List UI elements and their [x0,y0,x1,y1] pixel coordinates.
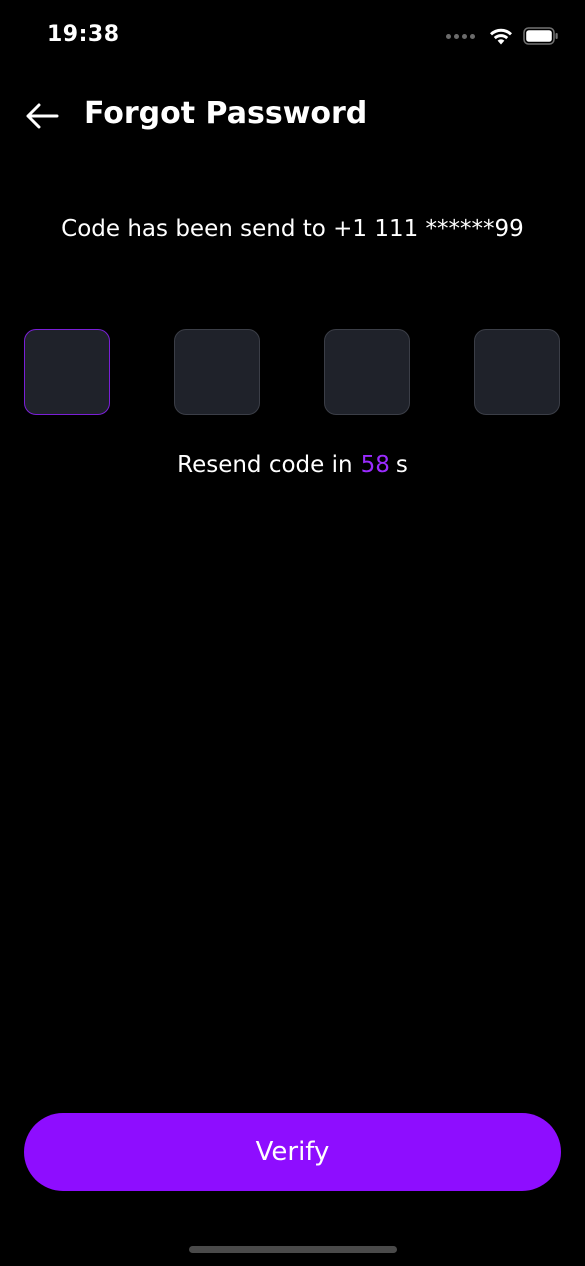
back-button[interactable] [22,98,62,134]
otp-input-group [24,329,561,415]
resend-countdown: 58 [360,452,390,478]
resend-prefix: Resend code in [177,452,353,478]
status-time: 19:38 [47,22,120,47]
header: Forgot Password [0,88,585,144]
wifi-icon [490,28,512,45]
home-indicator [189,1246,397,1253]
resend-suffix: s [395,452,408,478]
resend-timer: Resend code in 58 s [0,452,585,478]
otp-digit-1[interactable] [24,329,110,415]
cellular-signal-icon [446,33,475,39]
status-bar: 19:38 [0,0,585,76]
otp-digit-3[interactable] [324,329,410,415]
otp-digit-4[interactable] [474,329,560,415]
verify-button[interactable]: Verify [24,1113,561,1191]
page-title: Forgot Password [84,96,368,131]
arrow-left-icon [26,103,59,129]
otp-digit-2[interactable] [174,329,260,415]
code-sent-message: Code has been send to +1 111 ******99 [61,216,524,242]
battery-icon [523,27,558,45]
status-icons [446,27,559,45]
